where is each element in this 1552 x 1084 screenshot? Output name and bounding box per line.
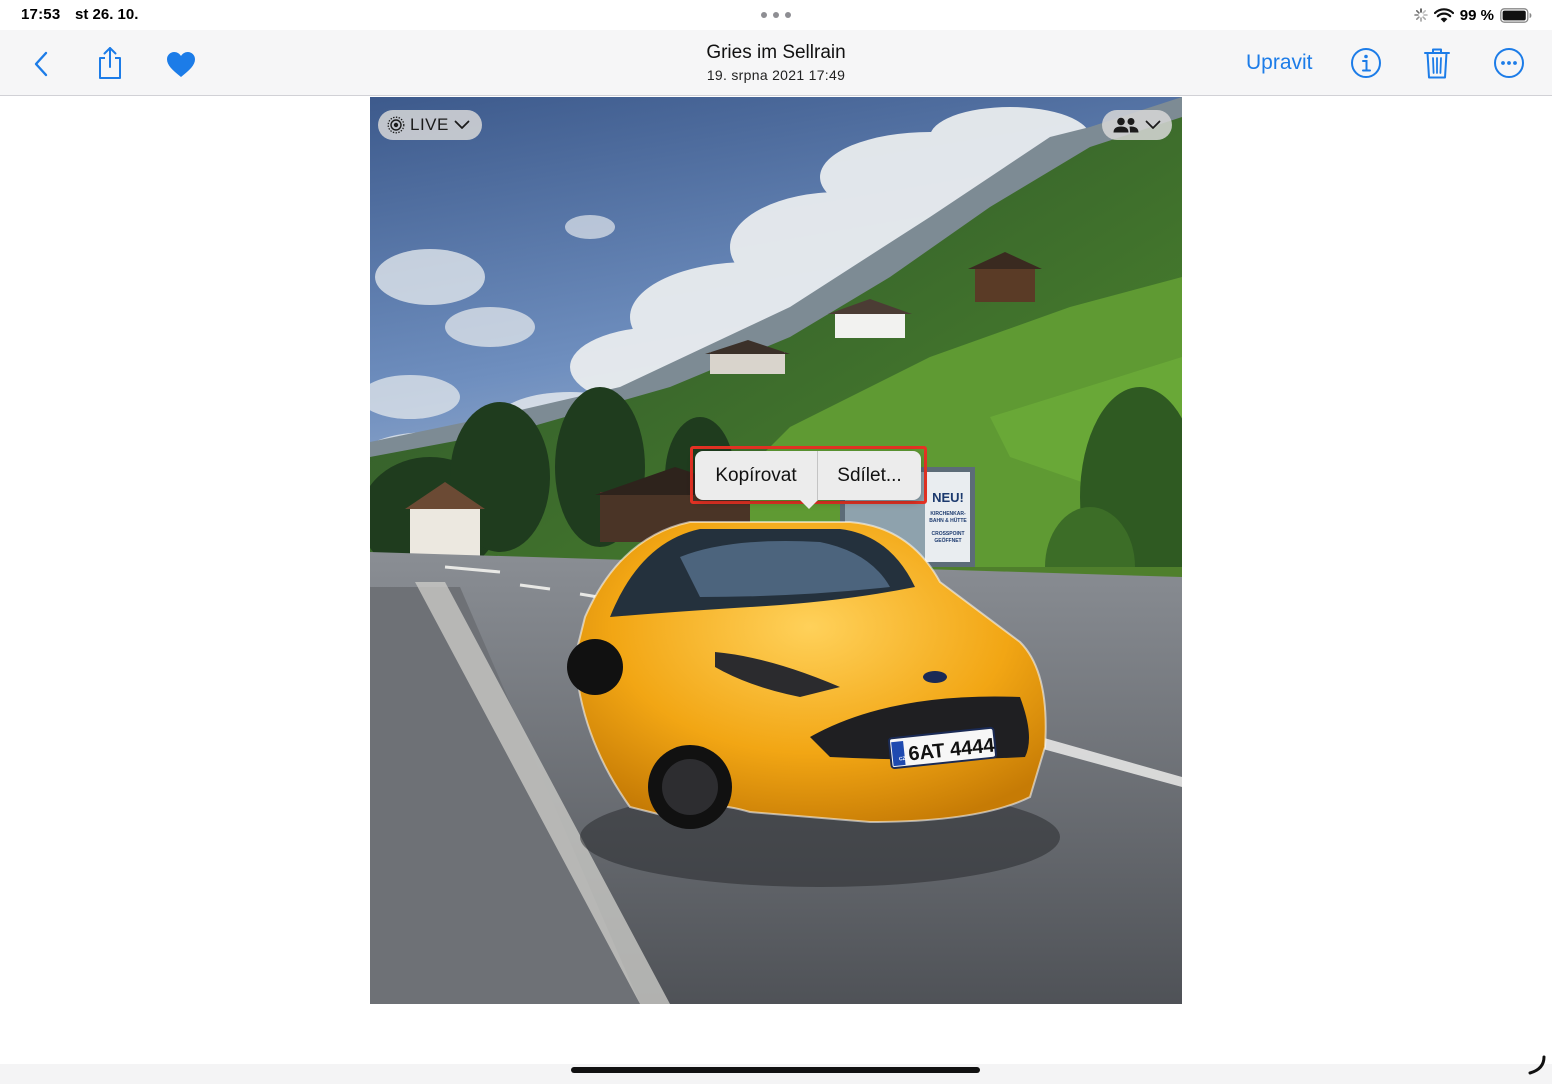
home-indicator[interactable] — [571, 1067, 980, 1073]
multitasking-dots[interactable] — [761, 12, 791, 18]
live-photo-icon — [387, 116, 405, 134]
billboard-line-1: KIRCHENKAR- — [930, 511, 966, 517]
status-indicators: 99 % — [1413, 5, 1532, 25]
info-button[interactable] — [1349, 45, 1383, 81]
battery-percent: 99 % — [1459, 6, 1494, 24]
chevron-down-icon — [1145, 120, 1161, 129]
photo-viewer[interactable]: NEU! KIRCHENKAR- BAHN & HÜTTE CROSSPOINT… — [370, 97, 1182, 1004]
photo-scene: NEU! KIRCHENKAR- BAHN & HÜTTE CROSSPOINT… — [370, 97, 1182, 1004]
billboard-line-4: GEÖFFNET — [934, 537, 961, 544]
live-label: LIVE — [410, 115, 449, 134]
subject-context-menu: Kopírovat Sdílet... — [695, 451, 921, 500]
navigation-bar: Gries im Sellrain 19. srpna 2021 17:49 U… — [0, 30, 1552, 96]
copy-menu-item[interactable]: Kopírovat — [695, 451, 818, 500]
battery-icon — [1500, 7, 1532, 23]
photo-date-subtitle: 19. srpna 2021 17:49 — [706, 67, 846, 83]
share-menu-item[interactable]: Sdílet... — [818, 451, 921, 500]
more-icon — [1494, 48, 1524, 78]
status-bar: 17:53 st 26. 10. 99 % — [0, 0, 1552, 30]
status-date: st 26. 10. — [75, 6, 139, 23]
people-menu-button[interactable] — [1102, 110, 1172, 140]
people-icon — [1113, 117, 1139, 133]
edit-button[interactable]: Upravit — [1246, 51, 1313, 75]
delete-button[interactable] — [1420, 44, 1454, 82]
chevron-down-icon — [454, 120, 470, 129]
info-icon — [1351, 48, 1381, 78]
pencil-stroke-icon — [1528, 1055, 1546, 1075]
billboard-headline: NEU! — [932, 490, 964, 505]
wifi-icon — [1433, 7, 1454, 22]
plate-country: CZ — [899, 756, 906, 763]
activity-spinner-icon — [1413, 8, 1428, 22]
trash-icon — [1424, 48, 1450, 79]
status-time: 17:53 — [21, 6, 61, 23]
live-photo-toggle[interactable]: LIVE — [378, 110, 482, 140]
billboard-line-3: CROSSPOINT — [931, 531, 964, 537]
more-button[interactable] — [1491, 45, 1527, 81]
billboard-line-2: BAHN & HÜTTE — [929, 517, 967, 524]
context-menu-pointer — [800, 500, 818, 509]
photo-location-title: Gries im Sellrain — [706, 42, 846, 63]
